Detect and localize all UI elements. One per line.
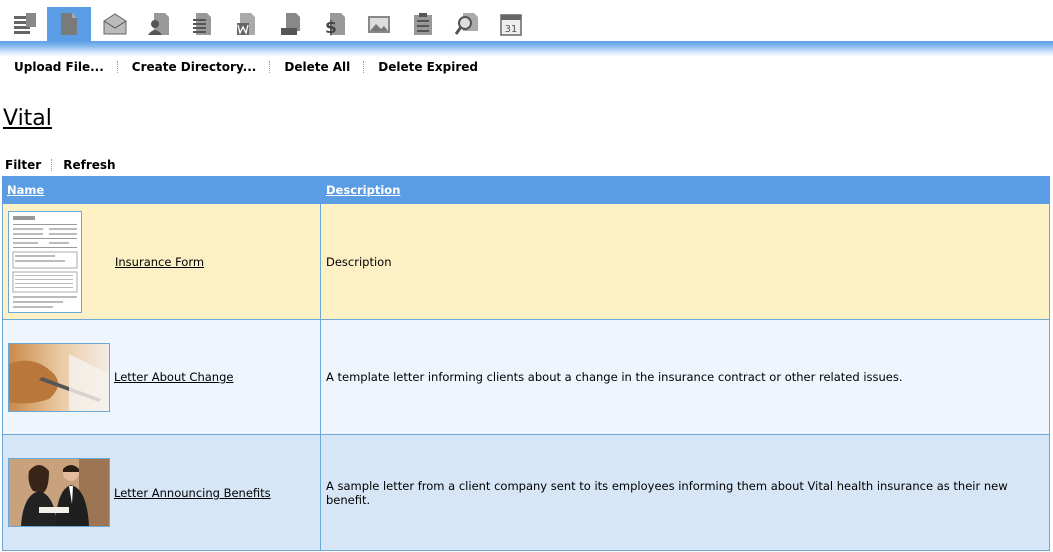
toolbar-button-stack[interactable] <box>3 7 47 41</box>
name-cell: Letter About Change <box>2 319 321 435</box>
sort-by-description-link[interactable]: Description <box>326 183 400 197</box>
document-link[interactable]: Insurance Form <box>115 255 204 269</box>
toolbar-button-word-document[interactable] <box>225 7 269 41</box>
svg-text:$: $ <box>325 18 337 37</box>
name-cell: Insurance Form <box>2 203 321 320</box>
toolbar-button-contact[interactable] <box>137 7 181 41</box>
document-link[interactable]: Letter Announcing Benefits <box>114 486 271 500</box>
text-document-icon <box>193 13 211 35</box>
page-title[interactable]: Vital <box>3 106 52 131</box>
toolbar-button-document[interactable] <box>47 7 91 41</box>
search-document-icon <box>454 13 478 35</box>
documents-table: Name Description Insurance Form Descript… <box>2 176 1050 551</box>
toolbar-button-image[interactable] <box>357 7 401 41</box>
table-header-row: Name Description <box>2 176 1050 204</box>
toolbar-button-text-document[interactable] <box>181 7 225 41</box>
column-header-description[interactable]: Description <box>320 176 1050 204</box>
toolbar-divider <box>0 41 1053 57</box>
filter-bar: Filter Refresh <box>0 157 126 173</box>
toolbar-button-envelope[interactable] <box>93 7 137 41</box>
letter-about-change-thumbnail[interactable] <box>8 342 110 412</box>
table-row[interactable]: Letter Announcing Benefits A sample lett… <box>2 434 1050 551</box>
description-cell: A sample letter from a client company se… <box>320 434 1050 551</box>
toolbar-button-calendar[interactable]: 31 <box>489 7 533 41</box>
toolbar-button-clipboard[interactable] <box>401 7 445 41</box>
description-cell: Description <box>320 203 1050 320</box>
name-cell: Letter Announcing Benefits <box>2 434 321 551</box>
document-link[interactable]: Letter About Change <box>114 370 233 384</box>
icon-toolbar: $ 31 <box>0 0 1053 41</box>
envelope-icon <box>103 13 127 35</box>
print-document-icon <box>281 13 300 35</box>
document-icon <box>61 13 77 35</box>
refresh-button[interactable]: Refresh <box>52 158 125 172</box>
letter-announcing-benefits-thumbnail[interactable] <box>8 458 110 527</box>
table-row[interactable]: Insurance Form Description <box>2 203 1050 320</box>
sort-by-name-link[interactable]: Name <box>7 183 44 197</box>
delete-expired-button[interactable]: Delete Expired <box>364 60 491 74</box>
contact-icon <box>148 13 169 35</box>
insurance-form-thumbnail[interactable] <box>8 210 82 313</box>
calendar-day-label: 31 <box>505 24 518 35</box>
table-row[interactable]: Letter About Change A template letter in… <box>2 319 1050 435</box>
column-header-name[interactable]: Name <box>2 176 321 204</box>
toolbar-button-print-document[interactable] <box>269 7 313 41</box>
file-actions: Upload File... Create Directory... Delet… <box>0 58 491 76</box>
clipboard-checklist-icon <box>414 13 432 35</box>
image-icon <box>368 16 390 33</box>
dollar-document-icon: $ <box>325 13 345 37</box>
upload-file-button[interactable]: Upload File... <box>0 60 117 74</box>
description-cell: A template letter informing clients abou… <box>320 319 1050 435</box>
stack-icon <box>14 13 36 34</box>
create-directory-button[interactable]: Create Directory... <box>118 60 270 74</box>
calendar-icon: 31 <box>500 14 522 36</box>
toolbar-button-search-document[interactable] <box>445 7 489 41</box>
toolbar-button-dollar-document[interactable]: $ <box>313 7 357 41</box>
delete-all-button[interactable]: Delete All <box>270 60 363 74</box>
word-document-icon <box>237 13 255 35</box>
filter-button[interactable]: Filter <box>0 158 51 172</box>
